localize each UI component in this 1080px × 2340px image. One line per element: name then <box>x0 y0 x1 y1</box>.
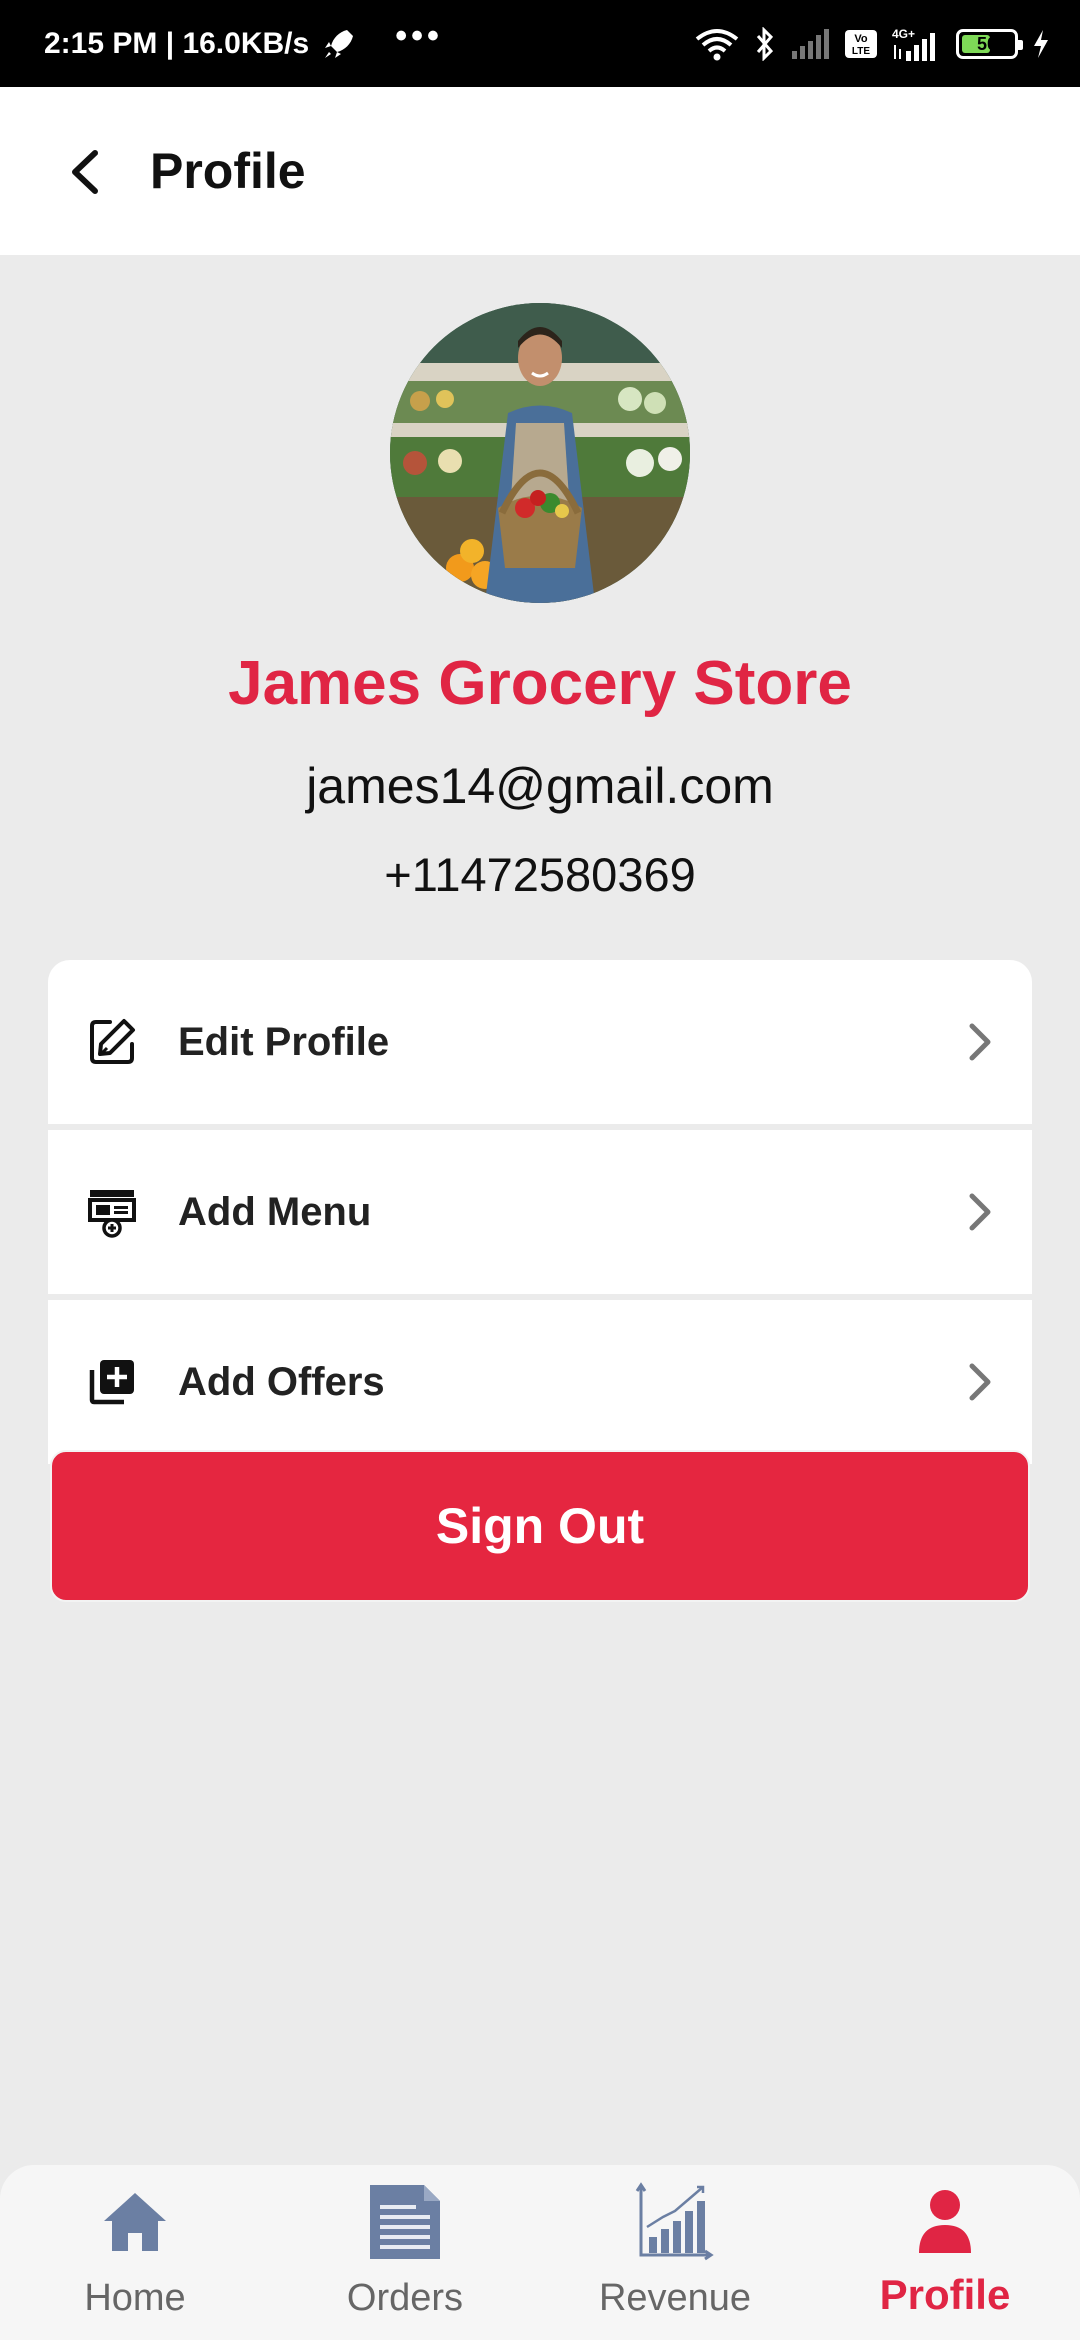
battery-icon: 50 <box>956 28 1023 59</box>
nav-label: Home <box>84 2277 186 2319</box>
nav-label: Revenue <box>598 2277 752 2319</box>
profile-icon <box>919 2190 971 2253</box>
avatar-image <box>390 303 690 603</box>
status-left: 2:15 PM | 16.0KB/s ••• <box>44 0 443 87</box>
edit-icon <box>90 1019 135 1064</box>
more-notifications-icon: ••• <box>395 16 443 55</box>
bottom-navigation: Home Orders Revenue Profile <box>0 2165 1080 2340</box>
svg-text:Vo: Vo <box>854 33 868 45</box>
svg-text:LTE: LTE <box>852 46 870 57</box>
wifi-icon <box>695 28 739 60</box>
nav-revenue[interactable]: Revenue <box>540 2165 810 2340</box>
status-time: 2:15 PM | 16.0KB/s <box>44 26 310 60</box>
store-name: James Grocery Store <box>228 649 852 718</box>
add-menu-icon <box>88 1190 136 1238</box>
back-arrow-icon <box>72 150 98 194</box>
svg-text:4G+: 4G+ <box>892 27 915 41</box>
nav-orders[interactable]: Orders <box>270 2165 540 2340</box>
menu-item-add-offers[interactable]: Add Offers <box>48 1300 1032 1464</box>
bluetooth-icon <box>756 26 774 61</box>
chevron-right-icon <box>969 1363 991 1401</box>
battery-level: 50 <box>976 33 998 54</box>
menu-item-add-menu[interactable]: Add Menu <box>48 1130 1032 1294</box>
menu-item-edit-profile[interactable]: Edit Profile <box>48 960 1032 1124</box>
profile-menu: Edit Profile Add Menu Add Offers <box>48 960 1032 1464</box>
back-button[interactable] <box>50 137 120 207</box>
profile-email: james14@gmail.com <box>306 758 774 814</box>
nav-profile[interactable]: Profile <box>810 2165 1080 2340</box>
signal-icon <box>792 28 829 59</box>
status-right: Vo LTE 4G+ 50 <box>694 0 1050 87</box>
nav-label: Profile <box>879 2271 1011 2318</box>
sign-out-button[interactable]: Sign Out <box>50 1450 1030 1602</box>
signal-4g-icon: 4G+ <box>892 27 935 61</box>
chevron-right-icon <box>969 1023 991 1061</box>
menu-item-label: Edit Profile <box>178 1019 390 1064</box>
home-icon <box>104 2193 166 2251</box>
nav-label: Orders <box>346 2277 464 2319</box>
revenue-icon <box>635 2182 714 2261</box>
chevron-right-icon <box>969 1193 991 1231</box>
profile-phone: +11472580369 <box>384 848 696 901</box>
rocket-icon <box>325 29 354 58</box>
add-offers-icon <box>89 1360 134 1405</box>
menu-item-label: Add Offers <box>178 1359 385 1404</box>
page-title: Profile <box>150 143 306 199</box>
profile-avatar[interactable] <box>390 303 690 603</box>
orders-icon <box>370 2185 440 2259</box>
menu-item-label: Add Menu <box>178 1189 372 1234</box>
charging-icon <box>1034 29 1048 58</box>
volte-icon: Vo LTE <box>845 29 877 58</box>
status-bar: 2:15 PM | 16.0KB/s ••• Vo LTE 4G+ 50 <box>0 0 1080 87</box>
nav-home[interactable]: Home <box>0 2165 270 2340</box>
app-bar: Profile <box>0 87 1080 255</box>
